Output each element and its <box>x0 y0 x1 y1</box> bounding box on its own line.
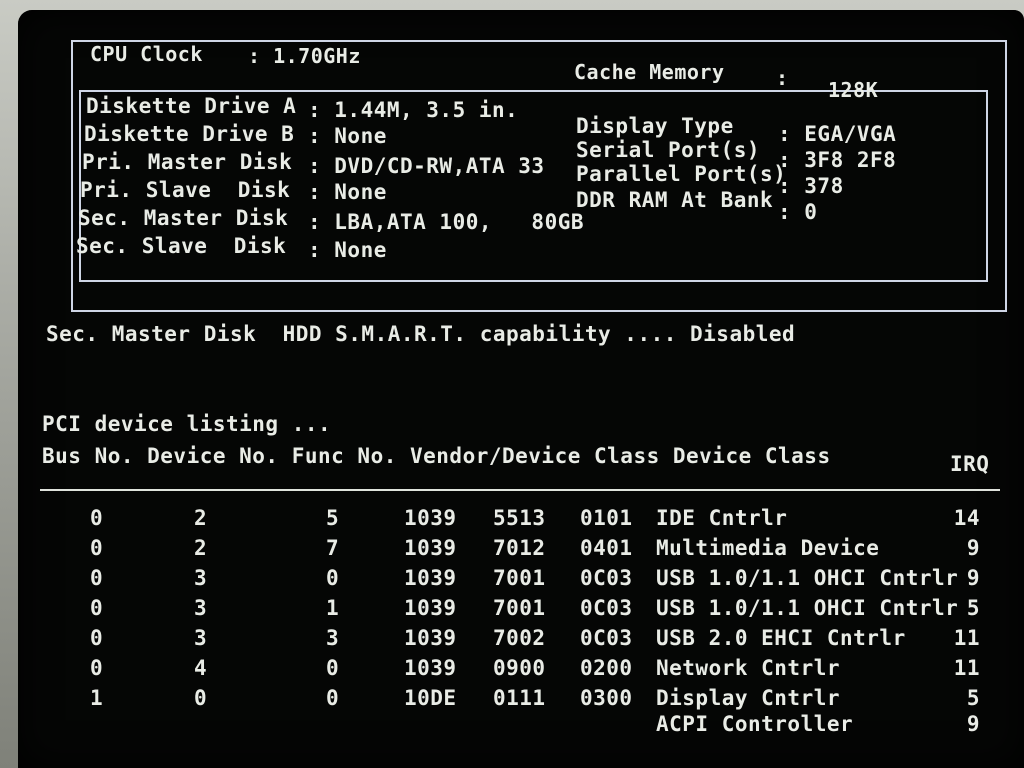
drive-label: Pri. Master Disk <box>82 150 293 174</box>
device-number: 3 <box>194 626 208 650</box>
device-number: 2 <box>194 536 208 560</box>
vendor-id: 1039 <box>404 596 457 620</box>
vendor-id: 10DE <box>404 686 457 710</box>
pci-table-header: Bus No. Device No. Func No. Vendor/Devic… <box>42 444 831 468</box>
function-number: 5 <box>326 506 340 530</box>
device-class-name: USB 2.0 EHCI Cntrlr <box>656 626 906 650</box>
pci-table-row: 0 3 3 1039 7002 0C03 USB 2.0 EHCI Cntrlr… <box>18 626 1024 654</box>
pci-listing-title: PCI device listing ... <box>42 412 332 436</box>
smart-status-line: Sec. Master Disk HDD S.M.A.R.T. capabili… <box>46 322 796 346</box>
device-class-name: Display Cntrlr <box>656 686 841 710</box>
device-class-name: Multimedia Device <box>656 536 880 560</box>
pci-table-row: 0 2 5 1039 5513 0101 IDE Cntrlr 14 <box>18 506 1024 534</box>
device-id: 0111 <box>493 686 546 710</box>
device-class-name: USB 1.0/1.1 OHCI Cntrlr <box>656 566 959 590</box>
system-value: : 378 <box>778 174 844 198</box>
drive-value: : LBA,ATA 100, 80GB <box>308 210 585 234</box>
function-number: 3 <box>326 626 340 650</box>
system-label: Display Type <box>576 114 734 138</box>
drive-value: : DVD/CD-RW,ATA 33 <box>308 154 545 178</box>
vendor-id: 1039 <box>404 626 457 650</box>
device-number: 0 <box>194 686 208 710</box>
class-code: 0401 <box>580 536 633 560</box>
class-code: 0C03 <box>580 566 633 590</box>
function-number: 0 <box>326 656 340 680</box>
bus-number: 1 <box>90 686 104 710</box>
system-value: : EGA/VGA <box>778 122 897 146</box>
irq-value: 5 <box>966 686 980 710</box>
irq-value: 9 <box>966 536 980 560</box>
pci-table-row: ACPI Controller 9 <box>18 712 1024 740</box>
pci-table-row: 0 3 1 1039 7001 0C03 USB 1.0/1.1 OHCI Cn… <box>18 596 1024 624</box>
pci-table-row: 0 3 0 1039 7001 0C03 USB 1.0/1.1 OHCI Cn… <box>18 566 1024 594</box>
class-code: 0101 <box>580 506 633 530</box>
bus-number: 0 <box>90 656 104 680</box>
system-label: Serial Port(s) <box>576 138 761 162</box>
device-id: 7002 <box>493 626 546 650</box>
bus-number: 0 <box>90 506 104 530</box>
drive-label: Sec. Slave Disk <box>76 234 287 258</box>
pci-table-row: 0 4 0 1039 0900 0200 Network Cntrlr 11 <box>18 656 1024 684</box>
class-code: 0C03 <box>580 596 633 620</box>
cpu-clock-value: : 1.70GHz <box>248 44 361 68</box>
cache-memory-colon: : <box>776 66 789 90</box>
function-number: 1 <box>326 596 340 620</box>
class-code: 0C03 <box>580 626 633 650</box>
class-code: 0200 <box>580 656 633 680</box>
function-number: 0 <box>326 686 340 710</box>
device-class-name: ACPI Controller <box>656 712 854 736</box>
device-id: 0900 <box>493 656 546 680</box>
irq-value: 5 <box>966 596 980 620</box>
drive-value: : None <box>308 180 387 204</box>
device-number: 3 <box>194 596 208 620</box>
function-number: 0 <box>326 566 340 590</box>
device-class-name: IDE Cntrlr <box>656 506 788 530</box>
system-value: : 3F8 2F8 <box>778 148 897 172</box>
irq-value: 14 <box>953 506 980 530</box>
drive-value: : None <box>308 238 387 262</box>
device-class-name: Network Cntrlr <box>656 656 841 680</box>
pci-irq-header: IRQ <box>950 452 990 476</box>
pci-header-rule <box>40 489 1000 491</box>
device-class-name: USB 1.0/1.1 OHCI Cntrlr <box>656 596 959 620</box>
cpu-clock-label: CPU Clock <box>90 42 203 66</box>
vendor-id: 1039 <box>404 536 457 560</box>
drive-label: Pri. Slave Disk <box>80 178 291 202</box>
pci-table-row: 0 2 7 1039 7012 0401 Multimedia Device 9 <box>18 536 1024 564</box>
system-value: : 0 <box>778 200 818 224</box>
class-code: 0300 <box>580 686 633 710</box>
device-id: 7001 <box>493 566 546 590</box>
bus-number: 0 <box>90 626 104 650</box>
drive-value: : 1.44M, 3.5 in. <box>308 98 519 122</box>
device-id: 7012 <box>493 536 546 560</box>
bus-number: 0 <box>90 566 104 590</box>
device-number: 2 <box>194 506 208 530</box>
function-number: 7 <box>326 536 340 560</box>
bus-number: 0 <box>90 536 104 560</box>
drive-value: : None <box>308 124 387 148</box>
vendor-id: 1039 <box>404 566 457 590</box>
bios-screen: CPU Clock : 1.70GHz Cache Memory : 128K … <box>18 10 1024 768</box>
vendor-id: 1039 <box>404 506 457 530</box>
irq-value: 11 <box>953 626 980 650</box>
drive-label: Sec. Master Disk <box>78 206 289 230</box>
bus-number: 0 <box>90 596 104 620</box>
drive-label: Diskette Drive A <box>86 94 297 118</box>
device-number: 3 <box>194 566 208 590</box>
device-id: 5513 <box>493 506 546 530</box>
irq-value: 11 <box>953 656 980 680</box>
irq-value: 9 <box>966 566 980 590</box>
system-label: Parallel Port(s) <box>576 162 787 186</box>
drive-label: Diskette Drive B <box>84 122 295 146</box>
system-label: DDR RAM At Bank <box>576 188 774 212</box>
vendor-id: 1039 <box>404 656 457 680</box>
irq-value: 9 <box>966 712 980 736</box>
cache-memory-value: 128K <box>828 78 879 102</box>
cache-memory-label: Cache Memory <box>574 60 725 84</box>
pci-table-row: 1 0 0 10DE 0111 0300 Display Cntrlr 5 <box>18 686 1024 714</box>
device-id: 7001 <box>493 596 546 620</box>
device-number: 4 <box>194 656 208 680</box>
